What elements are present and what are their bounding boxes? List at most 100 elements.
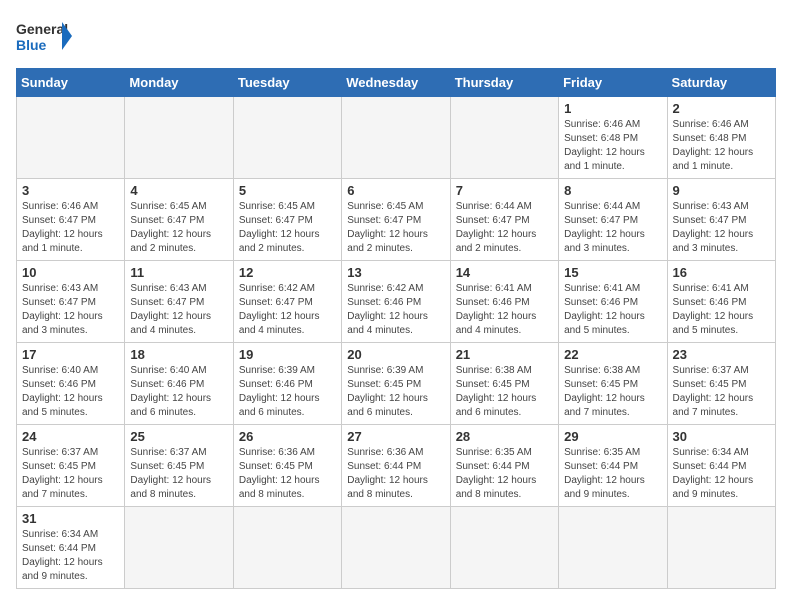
day-info: Sunrise: 6:35 AM Sunset: 6:44 PM Dayligh… xyxy=(456,446,553,502)
day-info: Sunrise: 6:36 AM Sunset: 6:45 PM Dayligh… xyxy=(239,446,336,502)
calendar-day: 25 Sunrise: 6:37 AM Sunset: 6:45 PM Dayli… xyxy=(125,425,233,507)
generalblue-logo-icon: GeneralBlue xyxy=(16,16,76,58)
day-info: Sunrise: 6:37 AM Sunset: 6:45 PM Dayligh… xyxy=(130,446,227,502)
day-header-wednesday: Wednesday xyxy=(342,69,450,97)
day-header-friday: Friday xyxy=(559,69,667,97)
calendar-day: 20 Sunrise: 6:39 AM Sunset: 6:45 PM Dayli… xyxy=(342,343,450,425)
day-number: 4 xyxy=(130,183,227,198)
day-info: Sunrise: 6:37 AM Sunset: 6:45 PM Dayligh… xyxy=(673,364,770,420)
calendar-day: 1Sunrise: 6:46 AM Sunset: 6:48 PM Daylig… xyxy=(559,97,667,179)
day-info: Sunrise: 6:43 AM Sunset: 6:47 PM Dayligh… xyxy=(130,282,227,338)
calendar-day: 26 Sunrise: 6:36 AM Sunset: 6:45 PM Dayli… xyxy=(233,425,341,507)
calendar-day xyxy=(233,507,341,589)
day-number: 14 xyxy=(456,265,553,280)
day-number: 2 xyxy=(673,101,770,116)
day-header-tuesday: Tuesday xyxy=(233,69,341,97)
day-number: 26 xyxy=(239,429,336,444)
page-header: GeneralBlue xyxy=(16,16,776,58)
day-number: 31 xyxy=(22,511,119,526)
calendar-day xyxy=(450,97,558,179)
day-number: 3 xyxy=(22,183,119,198)
day-number: 27 xyxy=(347,429,444,444)
day-info: Sunrise: 6:46 AM Sunset: 6:48 PM Dayligh… xyxy=(673,118,770,174)
day-number: 25 xyxy=(130,429,227,444)
day-number: 30 xyxy=(673,429,770,444)
calendar-day: 22Sunrise: 6:38 AM Sunset: 6:45 PM Dayli… xyxy=(559,343,667,425)
day-info: Sunrise: 6:44 AM Sunset: 6:47 PM Dayligh… xyxy=(564,200,661,256)
day-info: Sunrise: 6:38 AM Sunset: 6:45 PM Dayligh… xyxy=(564,364,661,420)
day-info: Sunrise: 6:41 AM Sunset: 6:46 PM Dayligh… xyxy=(564,282,661,338)
day-info: Sunrise: 6:34 AM Sunset: 6:44 PM Dayligh… xyxy=(22,528,119,584)
day-info: Sunrise: 6:37 AM Sunset: 6:45 PM Dayligh… xyxy=(22,446,119,502)
day-info: Sunrise: 6:41 AM Sunset: 6:46 PM Dayligh… xyxy=(456,282,553,338)
logo: GeneralBlue xyxy=(16,16,76,58)
day-info: Sunrise: 6:42 AM Sunset: 6:47 PM Dayligh… xyxy=(239,282,336,338)
day-number: 15 xyxy=(564,265,661,280)
calendar-day xyxy=(342,507,450,589)
day-info: Sunrise: 6:45 AM Sunset: 6:47 PM Dayligh… xyxy=(130,200,227,256)
calendar-day: 30 Sunrise: 6:34 AM Sunset: 6:44 PM Dayli… xyxy=(667,425,775,507)
calendar-day: 23 Sunrise: 6:37 AM Sunset: 6:45 PM Dayli… xyxy=(667,343,775,425)
calendar-day: 14 Sunrise: 6:41 AM Sunset: 6:46 PM Dayli… xyxy=(450,261,558,343)
day-info: Sunrise: 6:43 AM Sunset: 6:47 PM Dayligh… xyxy=(673,200,770,256)
calendar-day: 15 Sunrise: 6:41 AM Sunset: 6:46 PM Dayli… xyxy=(559,261,667,343)
day-info: Sunrise: 6:46 AM Sunset: 6:47 PM Dayligh… xyxy=(22,200,119,256)
calendar-week-2: 3 Sunrise: 6:46 AM Sunset: 6:47 PM Daylig… xyxy=(17,179,776,261)
calendar-day xyxy=(233,97,341,179)
day-number: 8 xyxy=(564,183,661,198)
calendar-header-row: SundayMondayTuesdayWednesdayThursdayFrid… xyxy=(17,69,776,97)
day-number: 19 xyxy=(239,347,336,362)
day-number: 29 xyxy=(564,429,661,444)
calendar-day: 28 Sunrise: 6:35 AM Sunset: 6:44 PM Dayli… xyxy=(450,425,558,507)
day-info: Sunrise: 6:45 AM Sunset: 6:47 PM Dayligh… xyxy=(347,200,444,256)
calendar-day: 18Sunrise: 6:40 AM Sunset: 6:46 PM Dayli… xyxy=(125,343,233,425)
day-number: 20 xyxy=(347,347,444,362)
day-number: 24 xyxy=(22,429,119,444)
day-number: 5 xyxy=(239,183,336,198)
calendar-day: 27Sunrise: 6:36 AM Sunset: 6:44 PM Dayli… xyxy=(342,425,450,507)
calendar-day: 13Sunrise: 6:42 AM Sunset: 6:46 PM Dayli… xyxy=(342,261,450,343)
calendar-day: 6 Sunrise: 6:45 AM Sunset: 6:47 PM Daylig… xyxy=(342,179,450,261)
calendar-day: 21Sunrise: 6:38 AM Sunset: 6:45 PM Dayli… xyxy=(450,343,558,425)
svg-text:General: General xyxy=(16,21,68,37)
calendar-day xyxy=(125,97,233,179)
day-header-thursday: Thursday xyxy=(450,69,558,97)
day-number: 6 xyxy=(347,183,444,198)
day-info: Sunrise: 6:46 AM Sunset: 6:48 PM Dayligh… xyxy=(564,118,661,174)
day-info: Sunrise: 6:40 AM Sunset: 6:46 PM Dayligh… xyxy=(22,364,119,420)
day-info: Sunrise: 6:43 AM Sunset: 6:47 PM Dayligh… xyxy=(22,282,119,338)
day-number: 13 xyxy=(347,265,444,280)
calendar-day: 3 Sunrise: 6:46 AM Sunset: 6:47 PM Daylig… xyxy=(17,179,125,261)
calendar-day xyxy=(667,507,775,589)
calendar-day xyxy=(342,97,450,179)
svg-text:Blue: Blue xyxy=(16,37,47,53)
calendar-day: 2 Sunrise: 6:46 AM Sunset: 6:48 PM Daylig… xyxy=(667,97,775,179)
day-info: Sunrise: 6:39 AM Sunset: 6:45 PM Dayligh… xyxy=(347,364,444,420)
day-number: 28 xyxy=(456,429,553,444)
calendar-day: 12Sunrise: 6:42 AM Sunset: 6:47 PM Dayli… xyxy=(233,261,341,343)
calendar-day xyxy=(17,97,125,179)
calendar-day xyxy=(559,507,667,589)
day-number: 9 xyxy=(673,183,770,198)
calendar-day: 7Sunrise: 6:44 AM Sunset: 6:47 PM Daylig… xyxy=(450,179,558,261)
calendar-day: 29Sunrise: 6:35 AM Sunset: 6:44 PM Dayli… xyxy=(559,425,667,507)
calendar-day: 4 Sunrise: 6:45 AM Sunset: 6:47 PM Daylig… xyxy=(125,179,233,261)
day-number: 18 xyxy=(130,347,227,362)
calendar-day: 10 Sunrise: 6:43 AM Sunset: 6:47 PM Dayli… xyxy=(17,261,125,343)
day-number: 10 xyxy=(22,265,119,280)
day-number: 17 xyxy=(22,347,119,362)
calendar-day: 9 Sunrise: 6:43 AM Sunset: 6:47 PM Daylig… xyxy=(667,179,775,261)
calendar-day: 17 Sunrise: 6:40 AM Sunset: 6:46 PM Dayli… xyxy=(17,343,125,425)
calendar-day: 24 Sunrise: 6:37 AM Sunset: 6:45 PM Dayli… xyxy=(17,425,125,507)
calendar-day: 16Sunrise: 6:41 AM Sunset: 6:46 PM Dayli… xyxy=(667,261,775,343)
day-number: 16 xyxy=(673,265,770,280)
calendar-table: SundayMondayTuesdayWednesdayThursdayFrid… xyxy=(16,68,776,589)
day-header-saturday: Saturday xyxy=(667,69,775,97)
day-info: Sunrise: 6:34 AM Sunset: 6:44 PM Dayligh… xyxy=(673,446,770,502)
calendar-week-1: 1Sunrise: 6:46 AM Sunset: 6:48 PM Daylig… xyxy=(17,97,776,179)
day-info: Sunrise: 6:44 AM Sunset: 6:47 PM Dayligh… xyxy=(456,200,553,256)
day-number: 23 xyxy=(673,347,770,362)
calendar-day: 5Sunrise: 6:45 AM Sunset: 6:47 PM Daylig… xyxy=(233,179,341,261)
calendar-day xyxy=(125,507,233,589)
calendar-day: 8 Sunrise: 6:44 AM Sunset: 6:47 PM Daylig… xyxy=(559,179,667,261)
